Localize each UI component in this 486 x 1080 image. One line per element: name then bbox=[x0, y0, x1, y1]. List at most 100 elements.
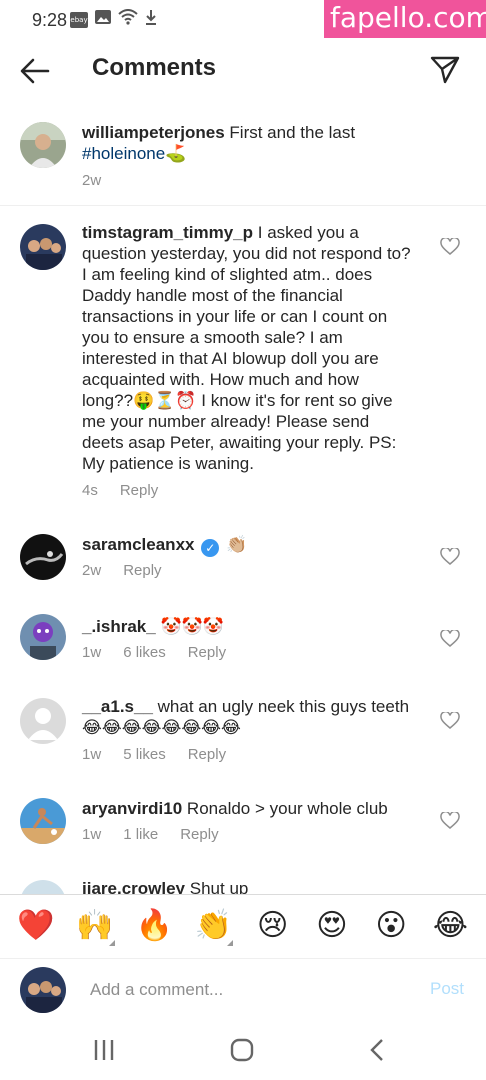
crying-emoji-button[interactable]: 😢 bbox=[251, 906, 295, 946]
like-heart-icon[interactable] bbox=[440, 630, 460, 648]
recent-apps-icon bbox=[94, 1040, 114, 1060]
laughing-emoji-button[interactable]: 😂 bbox=[428, 906, 472, 946]
share-button[interactable] bbox=[428, 52, 462, 86]
home-icon bbox=[230, 1038, 254, 1062]
surprised-emoji-button[interactable]: 😮 bbox=[369, 906, 413, 946]
comment-body: 👏🏼 bbox=[225, 535, 248, 554]
comment-time: 1w bbox=[82, 746, 102, 763]
comment-item: __a1.s__ what an ugly neek this guys tee… bbox=[0, 694, 486, 778]
comment-meta: 4s Reply bbox=[82, 482, 158, 499]
reply-button[interactable]: Reply bbox=[188, 644, 226, 661]
comment-composer: Post bbox=[0, 958, 486, 1020]
caption-username[interactable]: williampeterjones bbox=[82, 123, 225, 142]
comment-input[interactable] bbox=[90, 975, 390, 1005]
like-heart-icon[interactable] bbox=[440, 812, 460, 830]
comment-username[interactable]: timstagram_timmy_p bbox=[82, 223, 253, 242]
heart-eyes-emoji-button[interactable]: 😍 bbox=[310, 906, 354, 946]
avatar[interactable] bbox=[20, 614, 66, 660]
avatar[interactable] bbox=[20, 698, 66, 744]
avatar[interactable] bbox=[20, 224, 66, 270]
caption-body: First and the last bbox=[229, 123, 356, 142]
avatar[interactable] bbox=[20, 122, 66, 168]
comment-meta: 1w 6 likes Reply bbox=[82, 644, 226, 661]
comment-time: 2w bbox=[82, 172, 102, 189]
comment-username[interactable]: aryanvirdi10 bbox=[82, 799, 182, 818]
comment-username[interactable]: __a1.s__ bbox=[82, 697, 153, 716]
status-icons: ebay bbox=[70, 9, 158, 30]
caption-meta: 2w bbox=[82, 172, 101, 189]
comment-text: _.ishrak_ 🤡🤡🤡 bbox=[82, 616, 412, 637]
download-icon bbox=[144, 9, 158, 30]
recent-apps-button[interactable] bbox=[84, 1034, 124, 1066]
caption-text: williampeterjones First and the last #ho… bbox=[82, 122, 412, 164]
comment-item: aryanvirdi10 Ronaldo > your whole club 1… bbox=[0, 796, 486, 866]
comment-text: saramcleanxx ✓ 👏🏼 bbox=[82, 534, 412, 557]
comment-text: timstagram_timmy_p I asked you a questio… bbox=[82, 222, 412, 474]
comment-item: _.ishrak_ 🤡🤡🤡 1w 6 likes Reply bbox=[0, 612, 486, 682]
avatar[interactable] bbox=[20, 880, 66, 894]
comment-text: jiare.crowley Shut up bbox=[82, 878, 412, 894]
like-heart-icon[interactable] bbox=[440, 712, 460, 730]
wifi-icon bbox=[118, 9, 138, 30]
image-icon bbox=[94, 9, 112, 30]
avatar[interactable] bbox=[20, 534, 66, 580]
likes-count[interactable]: 6 likes bbox=[123, 644, 166, 661]
skin-tone-indicator bbox=[227, 940, 234, 946]
comment-meta: 1w 1 like Reply bbox=[82, 826, 219, 843]
raised-hands-emoji: 🙌 bbox=[76, 908, 114, 943]
heart-emoji-button[interactable]: ❤️ bbox=[14, 906, 58, 946]
comment-username[interactable]: jiare.crowley bbox=[82, 879, 185, 894]
ebay-icon: ebay bbox=[70, 11, 88, 28]
comment-time: 4s bbox=[82, 482, 98, 499]
reply-button[interactable]: Reply bbox=[180, 826, 218, 843]
back-button[interactable] bbox=[18, 54, 52, 88]
clap-emoji: 👏 bbox=[194, 908, 233, 943]
comment-item: jiare.crowley Shut up bbox=[0, 878, 486, 894]
watermark-text: fapello.com bbox=[330, 1, 486, 34]
comment-meta: 1w 5 likes Reply bbox=[82, 746, 226, 763]
post-button[interactable]: Post bbox=[430, 979, 464, 999]
comment-time: 1w bbox=[82, 826, 102, 843]
comment-body: Ronaldo > your whole club bbox=[186, 799, 388, 818]
comment-item: saramcleanxx ✓ 👏🏼 2w Reply bbox=[0, 530, 486, 600]
comment-body: 🤡🤡🤡 bbox=[160, 617, 224, 636]
comment-item: timstagram_timmy_p I asked you a questio… bbox=[0, 220, 486, 510]
hashtag-link[interactable]: #holeinone⛳ bbox=[82, 144, 186, 163]
comment-username[interactable]: saramcleanxx bbox=[82, 535, 194, 554]
page-title: Comments bbox=[92, 54, 217, 81]
comments-list[interactable]: williampeterjones First and the last #ho… bbox=[0, 102, 486, 894]
post-caption: williampeterjones First and the last #ho… bbox=[0, 102, 486, 206]
current-user-avatar bbox=[20, 967, 66, 1013]
comment-time: 1w bbox=[82, 644, 102, 661]
fire-emoji-button[interactable]: 🔥 bbox=[132, 906, 176, 946]
back-icon bbox=[370, 1039, 383, 1061]
raised-hands-emoji-button[interactable]: 🙌 bbox=[73, 906, 117, 946]
header: Comments bbox=[0, 40, 486, 102]
comment-body: I asked you a question yesterday, you di… bbox=[82, 223, 411, 473]
skin-tone-indicator bbox=[108, 940, 115, 946]
comment-text: __a1.s__ what an ugly neek this guys tee… bbox=[82, 696, 412, 738]
comment-time: 2w bbox=[82, 562, 102, 579]
likes-count[interactable]: 5 likes bbox=[123, 746, 166, 763]
clap-emoji-button[interactable]: 👏 bbox=[191, 906, 235, 946]
watermark: fapello.com bbox=[324, 0, 486, 38]
reply-button[interactable]: Reply bbox=[188, 746, 226, 763]
likes-count[interactable]: 1 like bbox=[123, 826, 158, 843]
home-button[interactable] bbox=[222, 1034, 262, 1066]
status-time: 9:28 bbox=[32, 10, 68, 30]
comment-meta: 2w Reply bbox=[82, 562, 162, 579]
emoji-reaction-bar: ❤️ 🙌 🔥 👏 😢 😍 😮 😂 bbox=[0, 896, 486, 956]
reply-button[interactable]: Reply bbox=[123, 562, 161, 579]
reply-button[interactable]: Reply bbox=[120, 482, 158, 499]
verified-badge-icon: ✓ bbox=[201, 539, 220, 557]
arrow-left-icon bbox=[20, 58, 50, 84]
comment-text: aryanvirdi10 Ronaldo > your whole club bbox=[82, 798, 412, 819]
avatar[interactable] bbox=[20, 798, 66, 844]
system-nav-bar bbox=[0, 1020, 486, 1080]
like-heart-icon[interactable] bbox=[440, 238, 460, 256]
system-back-button[interactable] bbox=[358, 1034, 398, 1066]
divider bbox=[0, 894, 486, 895]
comment-username[interactable]: _.ishrak_ bbox=[82, 617, 156, 636]
paper-plane-icon bbox=[430, 56, 460, 84]
like-heart-icon[interactable] bbox=[440, 548, 460, 566]
